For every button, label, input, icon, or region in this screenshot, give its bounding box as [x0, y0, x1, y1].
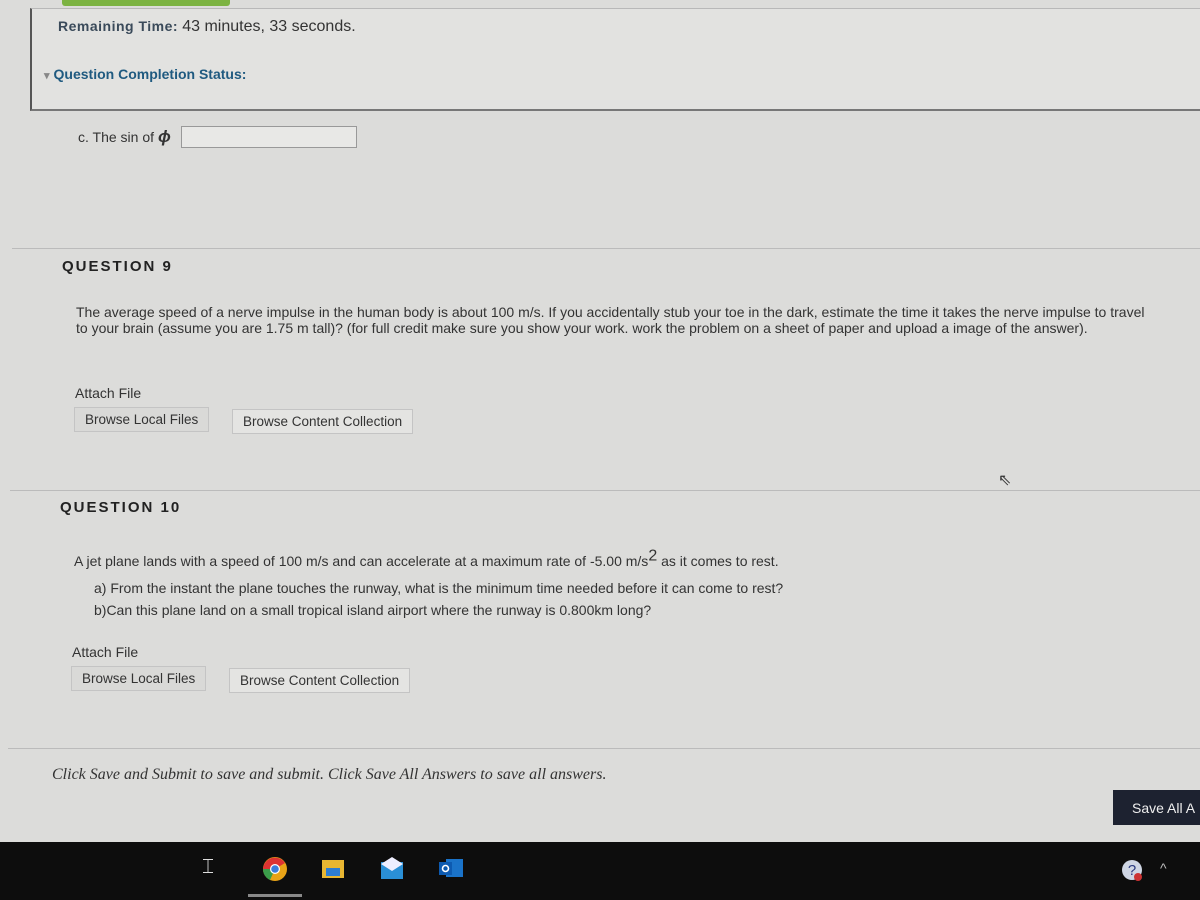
q9-browse-content-collection-button[interactable]: Browse Content Collection	[232, 409, 414, 434]
question-9-title: QUESTION 9	[62, 258, 173, 275]
mail-icon[interactable]	[380, 856, 404, 882]
q10-browse-local-files-button[interactable]: Browse Local Files	[71, 666, 207, 691]
part-c-row: c. The sin of ϕ	[78, 126, 357, 148]
q9-browse-local-files-button[interactable]: Browse Local Files	[74, 407, 210, 432]
attach-file-label: Attach File	[72, 644, 139, 660]
divider	[8, 748, 1200, 749]
chevron-down-icon: ▾	[44, 70, 50, 82]
question-10-title: QUESTION 10	[60, 499, 182, 516]
part-c-label: c. The sin of	[78, 129, 155, 145]
question-9-text: The average speed of a nerve impulse in …	[76, 304, 1145, 336]
task-view-icon[interactable]: ⌶	[202, 856, 226, 882]
divider	[12, 248, 1200, 249]
taskbar: ⌶ ? ^	[0, 842, 1200, 900]
chrome-icon[interactable]	[262, 856, 287, 882]
save-all-answers-button[interactable]: Save All A	[1113, 790, 1200, 825]
divider	[10, 490, 1200, 491]
attach-file-label: Attach File	[75, 385, 142, 401]
sin-phi-input[interactable]	[180, 126, 357, 148]
help-icon[interactable]: ?	[1120, 858, 1144, 884]
question-10-part-a: a) From the instant the plane touches th…	[94, 580, 784, 596]
question-completion-status-toggle[interactable]: ▾ Question Completion Status:	[44, 66, 246, 82]
file-explorer-icon[interactable]	[321, 856, 345, 882]
progress-bar	[62, 0, 230, 6]
q10-browse-content-collection-button[interactable]: Browse Content Collection	[229, 668, 411, 693]
question-10-text: A jet plane lands with a speed of 100 m/…	[74, 548, 779, 569]
question-10-part-b: b)Can this plane land on a small tropica…	[94, 602, 652, 618]
footer-note: Click Save and Submit to save and submit…	[52, 766, 607, 783]
remaining-time: Remaining Time: 43 minutes, 33 seconds.	[58, 18, 356, 36]
q10-text-post: as it comes to rest.	[657, 553, 779, 569]
chevron-up-icon[interactable]: ^	[1160, 860, 1184, 886]
mouse-cursor-icon: ⇖	[998, 472, 1012, 489]
active-app-indicator	[248, 894, 302, 897]
q10-text-pre: A jet plane lands with a speed of 100 m/…	[74, 553, 649, 569]
q10-exponent: 2	[648, 547, 658, 565]
remaining-time-label: Remaining Time:	[58, 18, 179, 34]
completion-status-label: Question Completion Status:	[53, 66, 247, 82]
outlook-icon[interactable]	[438, 856, 463, 882]
remaining-time-value: 43 minutes, 33 seconds.	[182, 18, 356, 35]
phi-symbol: ϕ	[158, 127, 171, 146]
